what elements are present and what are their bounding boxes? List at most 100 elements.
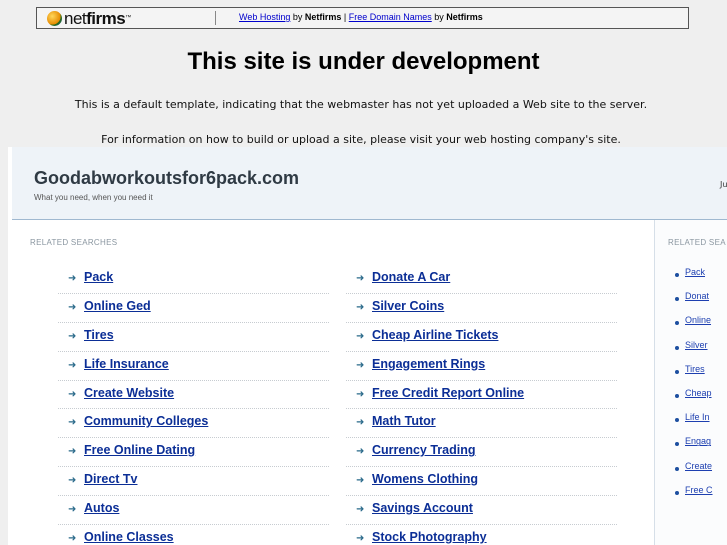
banner-by-text: by [431, 12, 447, 22]
bullet-icon [675, 393, 679, 398]
related-search-link[interactable]: Pack [84, 270, 113, 284]
arrow-icon: ➜ [68, 533, 77, 545]
related-search-item: ➜ Online Ged [58, 294, 329, 323]
related-search-item: ➜ Savings Account [346, 496, 617, 526]
banner-links: Web Hosting by Netfirms | Free Domain Na… [239, 12, 483, 22]
related-search-item: ➜ Community Colleges [58, 409, 329, 439]
arrow-icon: ➜ [356, 504, 365, 516]
arrow-icon: ➜ [356, 533, 365, 545]
related-search-item: ➜ Online Classes [58, 525, 329, 545]
bullet-icon [675, 273, 679, 277]
sidebar-search-link[interactable]: Tires [685, 364, 705, 374]
related-search-link[interactable]: Create Website [84, 386, 174, 400]
netfirms-globe-icon [47, 11, 62, 26]
related-search-item: ➜ Tires [58, 323, 329, 352]
sidebar-related-label: RELATED SEA [668, 238, 726, 247]
related-search-link[interactable]: Community Colleges [84, 414, 208, 428]
related-search-link[interactable]: Tires [84, 328, 114, 342]
related-search-link[interactable]: Free Online Dating [84, 443, 195, 457]
hosting-info-notice: For information on how to build or uploa… [101, 133, 621, 146]
bullet-icon [675, 369, 679, 374]
related-search-link[interactable]: Donate A Car [372, 270, 450, 284]
arrow-icon: ➜ [356, 359, 365, 371]
related-search-item: ➜ Cheap Airline Tickets [346, 323, 617, 352]
arrow-icon: ➜ [356, 273, 365, 284]
sidebar-related-list: Pack Donat Online Silver Tires Cheap Life In En… [673, 267, 727, 509]
arrow-icon: ➜ [68, 475, 77, 487]
site-name: Goodabworkoutsfor6pack.com [34, 168, 300, 188]
related-search-item: ➜ Silver Coins [346, 294, 617, 323]
bullet-icon [675, 345, 679, 350]
related-search-item: ➜ Pack [58, 265, 329, 294]
arrow-icon: ➜ [356, 388, 365, 400]
netfirms-logo[interactable]: netfirms™ [47, 9, 131, 28]
related-search-item: ➜ Direct Tv [58, 467, 329, 497]
bullet-icon [675, 442, 679, 447]
sidebar-search-link[interactable]: Donat [685, 291, 709, 301]
banner-by-text: by [290, 12, 305, 22]
sidebar-search-link[interactable]: Online [685, 315, 711, 325]
related-search-item: ➜ Currency Trading [346, 438, 617, 468]
sidebar-search-link[interactable]: Cheap [685, 388, 712, 398]
sidebar-search-link[interactable]: Pack [685, 267, 705, 277]
related-search-link[interactable]: Direct Tv [84, 472, 138, 486]
page-title: This site is under development [187, 48, 540, 75]
related-search-link[interactable]: Cheap Airline Tickets [372, 328, 498, 342]
banner-brand: Netfirms [446, 12, 483, 22]
related-search-link[interactable]: Math Tutor [372, 414, 436, 428]
related-search-link[interactable]: Currency Trading [372, 443, 476, 457]
related-search-link[interactable]: Online Classes [84, 530, 174, 544]
related-search-link[interactable]: Silver Coins [372, 299, 444, 313]
sidebar-search-item: Online [673, 315, 727, 339]
related-search-link[interactable]: Engagement Rings [372, 357, 485, 371]
related-search-link[interactable]: Autos [84, 501, 119, 515]
related-search-item: ➜ Life Insurance [58, 352, 329, 381]
related-search-link[interactable]: Stock Photography [372, 530, 487, 544]
related-searches-sidebar: RELATED SEA Pack Donat Online Silver Tires Ch… [654, 220, 727, 545]
arrow-icon: ➜ [68, 417, 77, 429]
arrow-icon: ➜ [356, 446, 365, 458]
default-template-notice: This is a default template, indicating t… [74, 98, 648, 111]
sidebar-search-item: Pack [673, 267, 727, 291]
related-search-link[interactable]: Free Credit Report Online [372, 386, 524, 400]
header-right-text: Ju [720, 180, 727, 189]
arrow-icon: ➜ [68, 301, 77, 313]
sidebar-search-link[interactable]: Silver [685, 340, 708, 350]
sidebar-search-item: Create [673, 461, 727, 485]
sidebar-search-item: Donat [673, 291, 727, 315]
related-search-item: ➜ Free Credit Report Online [346, 381, 617, 410]
banner-pipe: | [341, 12, 349, 22]
parked-header: Goodabworkoutsfor6pack.com What you need… [12, 147, 727, 220]
arrow-icon: ➜ [68, 504, 77, 516]
related-search-item: ➜ Math Tutor [346, 409, 617, 439]
sidebar-search-link[interactable]: Create [685, 461, 712, 471]
related-searches-column-a: ➜ Pack ➜ Online Ged ➜ Tires ➜ Life Insurance ➜ Cr… [58, 265, 329, 545]
sidebar-search-item: Tires [673, 364, 727, 388]
arrow-icon: ➜ [68, 446, 77, 458]
related-search-item: ➜ Engagement Rings [346, 352, 617, 381]
bullet-icon [675, 297, 679, 302]
bullet-icon [675, 490, 679, 495]
related-search-item: ➜ Autos [58, 496, 329, 526]
sidebar-search-item: Life In [673, 412, 727, 436]
arrow-icon: ➜ [356, 417, 365, 429]
bullet-icon [675, 418, 679, 423]
sidebar-search-link[interactable]: Life In [685, 412, 710, 422]
web-hosting-link[interactable]: Web Hosting [239, 12, 290, 22]
arrow-icon: ➜ [68, 273, 77, 284]
arrow-icon: ➜ [356, 475, 365, 487]
bullet-icon [675, 466, 679, 471]
related-search-link[interactable]: Online Ged [84, 299, 151, 313]
related-search-link[interactable]: Womens Clothing [372, 472, 478, 486]
bullet-icon [675, 321, 679, 326]
related-search-item: ➜ Womens Clothing [346, 467, 617, 497]
sidebar-search-link[interactable]: Engag [685, 436, 711, 446]
related-search-link[interactable]: Savings Account [372, 501, 473, 515]
related-searches-label: RELATED SEARCHES [30, 238, 118, 247]
related-searches-main: RELATED SEARCHES ➜ Pack ➜ Online Ged ➜ Tires ➜… [12, 220, 653, 545]
sidebar-search-link[interactable]: Free C [685, 485, 713, 495]
banner-divider [215, 11, 216, 25]
arrow-icon: ➜ [356, 301, 365, 313]
free-domain-names-link[interactable]: Free Domain Names [349, 12, 432, 22]
related-search-link[interactable]: Life Insurance [84, 357, 169, 371]
